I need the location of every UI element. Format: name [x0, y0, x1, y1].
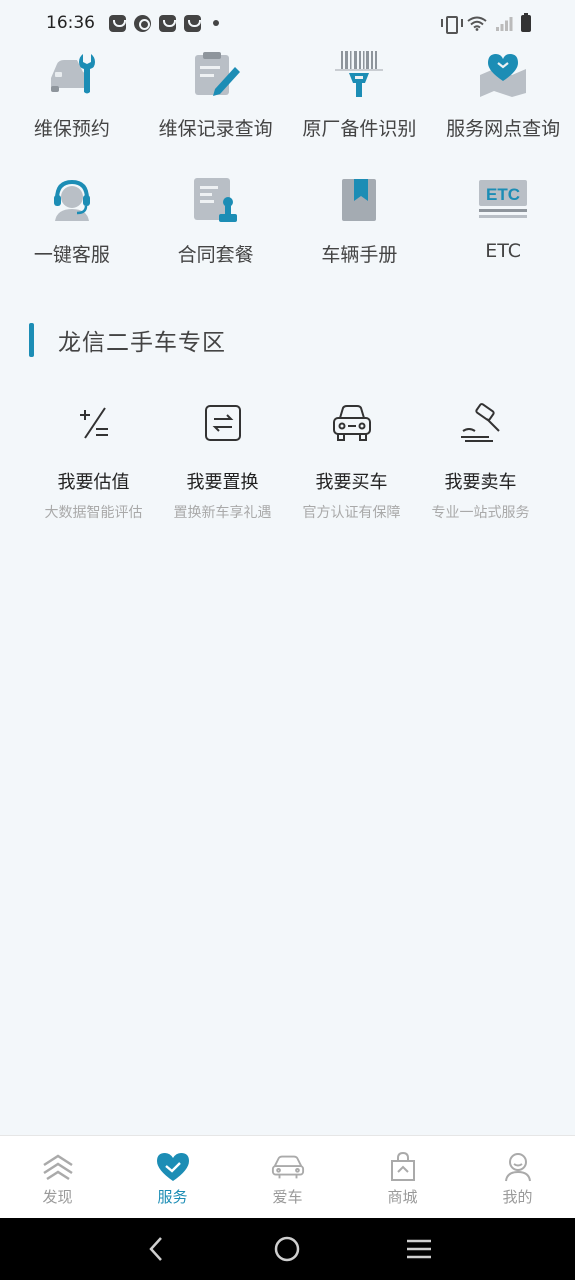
service-label: 车辆手册 [321, 244, 398, 266]
service-vehicle-manual[interactable]: 车辆手册 [288, 172, 432, 288]
auction-hammer-icon [458, 400, 504, 446]
mail-notification-icon [159, 14, 176, 32]
plus-minus-icon [71, 400, 117, 446]
used-item-subtitle: 专业一站式服务 [431, 505, 530, 521]
used-car-grid: 我要估值 大数据智能评估 我要置换 置换新车享礼遇 我要买车 官方认证有保障 我… [29, 400, 545, 522]
map-heart-icon [475, 46, 531, 102]
nav-tab-mine[interactable]: 我的 [460, 1136, 575, 1218]
service-label: 服务网点查询 [446, 118, 561, 140]
vibrate-icon [441, 16, 463, 34]
service-maintenance-records[interactable]: 维保记录查询 [144, 46, 288, 162]
status-right [441, 12, 531, 34]
used-item-subtitle: 置换新车享礼遇 [173, 505, 272, 521]
used-item-title: 我要买车 [315, 472, 388, 493]
bottom-navigation: 发现 服务 爱车 商城 我的 [0, 1135, 575, 1218]
service-label: 合同套餐 [177, 244, 254, 266]
service-etc[interactable]: ETC ETC [431, 172, 575, 288]
shopping-bag-icon [386, 1152, 420, 1182]
service-label: ETC [485, 240, 521, 262]
service-maintenance-booking[interactable]: 维保预约 [0, 46, 144, 162]
used-item-title: 我要置换 [186, 472, 259, 493]
headset-icon [44, 172, 100, 228]
back-arrow-icon [149, 1237, 162, 1261]
system-menu-button[interactable] [404, 1234, 434, 1264]
used-item-title: 我要卖车 [444, 472, 517, 493]
section-accent-bar [29, 323, 34, 357]
status-time: 16:36 [46, 13, 95, 33]
wrench-car-icon [44, 46, 100, 102]
nav-label: 我的 [502, 1188, 533, 1206]
system-home-button[interactable] [272, 1234, 302, 1264]
car-icon [271, 1152, 305, 1182]
menu-lines-icon [407, 1239, 432, 1259]
used-car-exchange[interactable]: 我要置换 置换新车享礼遇 [158, 400, 287, 522]
mail-notification-icon [184, 14, 201, 32]
service-label: 一键客服 [33, 244, 110, 266]
nav-tab-discover[interactable]: 发现 [0, 1136, 115, 1218]
svg-text:ETC: ETC [486, 185, 520, 204]
section-title: 龙信二手车专区 [58, 330, 226, 356]
service-label: 维保预约 [33, 118, 110, 140]
bookmark-book-icon [331, 172, 387, 228]
service-customer-support[interactable]: 一键客服 [0, 172, 144, 288]
system-back-button[interactable] [141, 1234, 171, 1264]
nav-label: 商城 [387, 1188, 418, 1206]
mail-notification-icon [109, 14, 126, 32]
nav-tab-mall[interactable]: 商城 [345, 1136, 460, 1218]
contract-stamp-icon [188, 172, 244, 228]
service-parts-recognition[interactable]: 原厂备件识别 [288, 46, 432, 162]
heart-handshake-icon [156, 1152, 190, 1182]
barcode-scanner-icon [331, 46, 387, 102]
nav-label: 服务 [157, 1188, 188, 1206]
used-car-section-header: 龙信二手车专区 [29, 323, 226, 357]
wifi-icon [467, 16, 487, 31]
service-outlet-search[interactable]: 服务网点查询 [431, 46, 575, 162]
chevrons-logo-icon [41, 1152, 75, 1182]
service-contract-packages[interactable]: 合同套餐 [144, 172, 288, 288]
system-navigation-bar [0, 1218, 575, 1280]
more-notifications-dot-icon [213, 20, 219, 26]
nav-label: 爱车 [272, 1188, 303, 1206]
user-icon [501, 1152, 535, 1182]
used-car-sell[interactable]: 我要卖车 专业一站式服务 [416, 400, 545, 522]
service-label: 原厂备件识别 [302, 118, 417, 140]
status-left: 16:36 [46, 13, 219, 33]
nav-tab-my-car[interactable]: 爱车 [230, 1136, 345, 1218]
used-item-subtitle: 大数据智能评估 [44, 505, 143, 521]
battery-icon [521, 12, 531, 32]
home-circle-icon [275, 1236, 300, 1262]
etc-card-icon: ETC [475, 172, 531, 228]
used-car-buy[interactable]: 我要买车 官方认证有保障 [287, 400, 416, 522]
used-item-subtitle: 官方认证有保障 [302, 505, 401, 521]
nav-tab-service[interactable]: 服务 [115, 1136, 230, 1218]
used-item-title: 我要估值 [57, 472, 130, 493]
speedometer-notification-icon [134, 14, 151, 32]
used-car-valuation[interactable]: 我要估值 大数据智能评估 [29, 400, 158, 522]
car-front-icon [329, 400, 375, 446]
document-pen-icon [188, 46, 244, 102]
signal-icon [496, 16, 513, 31]
service-label: 维保记录查询 [158, 118, 273, 140]
service-grid: 维保预约 维保记录查询 原厂备件识别 服务网点查询 一键客服 合同套餐 车辆手册… [0, 46, 575, 288]
status-bar: 16:36 [0, 0, 575, 46]
exchange-icon [200, 400, 246, 446]
nav-label: 发现 [42, 1188, 73, 1206]
